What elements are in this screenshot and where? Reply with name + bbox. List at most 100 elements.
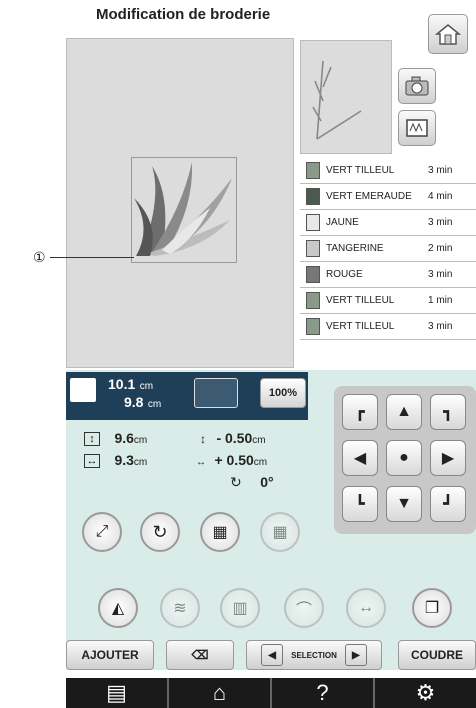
move-down-left-button[interactable]: ┗ bbox=[342, 486, 378, 522]
frame-icon: ❐ bbox=[424, 600, 440, 617]
zoom-level: 100% bbox=[268, 387, 298, 399]
thread-row[interactable]: ROUGE 3 min bbox=[300, 262, 476, 288]
thread-row[interactable]: VERT EMERAUDE 4 min bbox=[300, 184, 476, 210]
thumbnail-branch bbox=[312, 60, 362, 140]
select-prev-button[interactable]: ◀ bbox=[261, 644, 284, 666]
zoom-button[interactable]: 100% bbox=[260, 378, 306, 408]
thread-spool-icon bbox=[306, 162, 320, 179]
add-button[interactable]: AJOUTER bbox=[66, 640, 154, 670]
thread-spool-icon bbox=[306, 292, 320, 309]
arc-text-icon: ⌒ bbox=[295, 602, 312, 619]
thread-time: 1 min bbox=[428, 295, 453, 306]
rotation-icon: ↻ bbox=[230, 474, 242, 490]
move-left-button[interactable]: ◀ bbox=[342, 440, 378, 476]
move-up-button[interactable]: ▲ bbox=[386, 394, 422, 430]
thread-name: VERT EMERAUDE bbox=[326, 191, 412, 202]
thread-name: VERT TILLEUL bbox=[326, 321, 395, 332]
move-down-button[interactable]: ▼ bbox=[386, 486, 422, 522]
array-button[interactable]: ▦ bbox=[200, 512, 240, 552]
thread-time: 3 min bbox=[428, 269, 453, 280]
mirror-icon: ◭ bbox=[111, 600, 125, 617]
pattern-frame[interactable] bbox=[131, 157, 237, 263]
thread-row[interactable]: JAUNE 3 min bbox=[300, 210, 476, 236]
home-icon bbox=[435, 24, 461, 45]
settings-icon: ⚙ bbox=[415, 680, 436, 705]
move-down-right-button[interactable]: ┛ bbox=[430, 486, 466, 522]
question-icon: ? bbox=[316, 680, 329, 705]
size-bar: 10.1 cm 9.8 cm 100% bbox=[66, 372, 308, 420]
center-button[interactable]: ● bbox=[386, 440, 422, 476]
density-button[interactable]: ≋ bbox=[160, 588, 200, 628]
thread-time: 3 min bbox=[428, 165, 453, 176]
thread-time: 2 min bbox=[428, 243, 453, 254]
thread-spool-icon bbox=[306, 266, 320, 283]
thread-spool-icon bbox=[306, 188, 320, 205]
page-title: Modification de broderie bbox=[96, 6, 271, 23]
thread-row[interactable]: VERT TILLEUL 1 min bbox=[300, 288, 476, 314]
delete-button[interactable]: ⌫ bbox=[166, 640, 234, 670]
array-icon: ▦ bbox=[212, 524, 228, 541]
rotate-icon: ↻ bbox=[152, 521, 168, 542]
leaf-pattern bbox=[134, 162, 232, 256]
camera-button[interactable] bbox=[398, 68, 436, 104]
sew-button[interactable]: COUDRE bbox=[398, 640, 476, 670]
horizontal-offset-icon: ↔ bbox=[196, 457, 206, 468]
spacing-icon: ↔ bbox=[358, 599, 374, 616]
size-height-unit: cm bbox=[147, 399, 162, 410]
resize-button[interactable]: ⤢ bbox=[82, 512, 122, 552]
thread-name: VERT TILLEUL bbox=[326, 165, 395, 176]
thread-name: ROUGE bbox=[326, 269, 363, 280]
move-up-right-button[interactable]: ┓ bbox=[430, 394, 466, 430]
move-right-button[interactable]: ▶ bbox=[430, 440, 466, 476]
horizontal-size: 9.3 bbox=[114, 452, 134, 468]
horizontal-size-icon: ↔ bbox=[84, 453, 100, 468]
thread-row[interactable]: VERT TILLEUL 3 min bbox=[300, 158, 476, 184]
move-pad: ┏ ▲ ┓ ◀ ● ▶ ┗ ▼ ┛ bbox=[334, 386, 476, 534]
curve-text-button[interactable]: ⌒ bbox=[284, 588, 324, 628]
vertical-offset-icon: ↕ bbox=[200, 432, 206, 446]
machine-icon: ⌂ bbox=[212, 680, 227, 705]
thread-time: 3 min bbox=[428, 217, 453, 228]
bottom-toolbar: ▤ ⌂ ? ⚙ bbox=[66, 678, 476, 708]
position-readout: ↕ 9.6cm ↔ 9.3cm ↕ - 0.50cm ↔ + 0.50cm ↻ … bbox=[84, 430, 324, 500]
letter-spacing-button[interactable]: ↔ bbox=[346, 588, 386, 628]
thread-row[interactable]: TANGERINE 2 min bbox=[300, 236, 476, 262]
density-icon: ≋ bbox=[173, 600, 187, 617]
size-width-unit: cm bbox=[139, 381, 154, 392]
color-change-button[interactable]: ▥ bbox=[220, 588, 260, 628]
thread-name: TANGERINE bbox=[326, 243, 384, 254]
settings-button[interactable]: ⚙ bbox=[375, 678, 476, 708]
rotate-button[interactable]: ↻ bbox=[140, 512, 180, 552]
document-icon: ▤ bbox=[106, 680, 127, 705]
home-button[interactable] bbox=[428, 14, 468, 54]
thread-name: JAUNE bbox=[326, 217, 359, 228]
resize-icon: ⤢ bbox=[95, 523, 109, 540]
thread-row[interactable]: VERT TILLEUL 3 min bbox=[300, 314, 476, 340]
vertical-offset: - 0.50 bbox=[216, 430, 253, 446]
hoop-icon bbox=[194, 378, 238, 408]
callout-line bbox=[50, 257, 134, 258]
frame-button[interactable]: ❐ bbox=[412, 588, 452, 628]
select-next-button[interactable]: ▶ bbox=[344, 644, 367, 666]
spool-icon: ▥ bbox=[232, 600, 248, 617]
camera-icon bbox=[405, 76, 429, 96]
pattern-thumbnail bbox=[300, 40, 392, 154]
thread-spool-icon bbox=[306, 318, 320, 335]
document-button[interactable]: ▤ bbox=[66, 678, 169, 708]
fabric-scan-button[interactable] bbox=[398, 110, 436, 146]
selection-control: ◀ SELECTION ▶ bbox=[246, 640, 382, 670]
sewing-machine-button[interactable]: ⌂ bbox=[169, 678, 272, 708]
mirror-button[interactable]: ◭ bbox=[98, 588, 138, 628]
size-width: 10.1 bbox=[108, 376, 136, 392]
horizontal-offset: + 0.50 bbox=[214, 452, 254, 468]
size-height: 9.8 bbox=[124, 394, 144, 410]
move-up-left-button[interactable]: ┏ bbox=[342, 394, 378, 430]
help-button[interactable]: ? bbox=[272, 678, 375, 708]
vertical-size-icon: ↕ bbox=[84, 431, 100, 446]
embroidery-preview[interactable] bbox=[66, 38, 294, 368]
border-repeat-button[interactable]: ▦ bbox=[260, 512, 300, 552]
vertical-size: 9.6 bbox=[114, 430, 134, 446]
thread-spool-icon bbox=[306, 240, 320, 257]
thread-name: VERT TILLEUL bbox=[326, 295, 395, 306]
callout-number: ① bbox=[33, 249, 46, 265]
